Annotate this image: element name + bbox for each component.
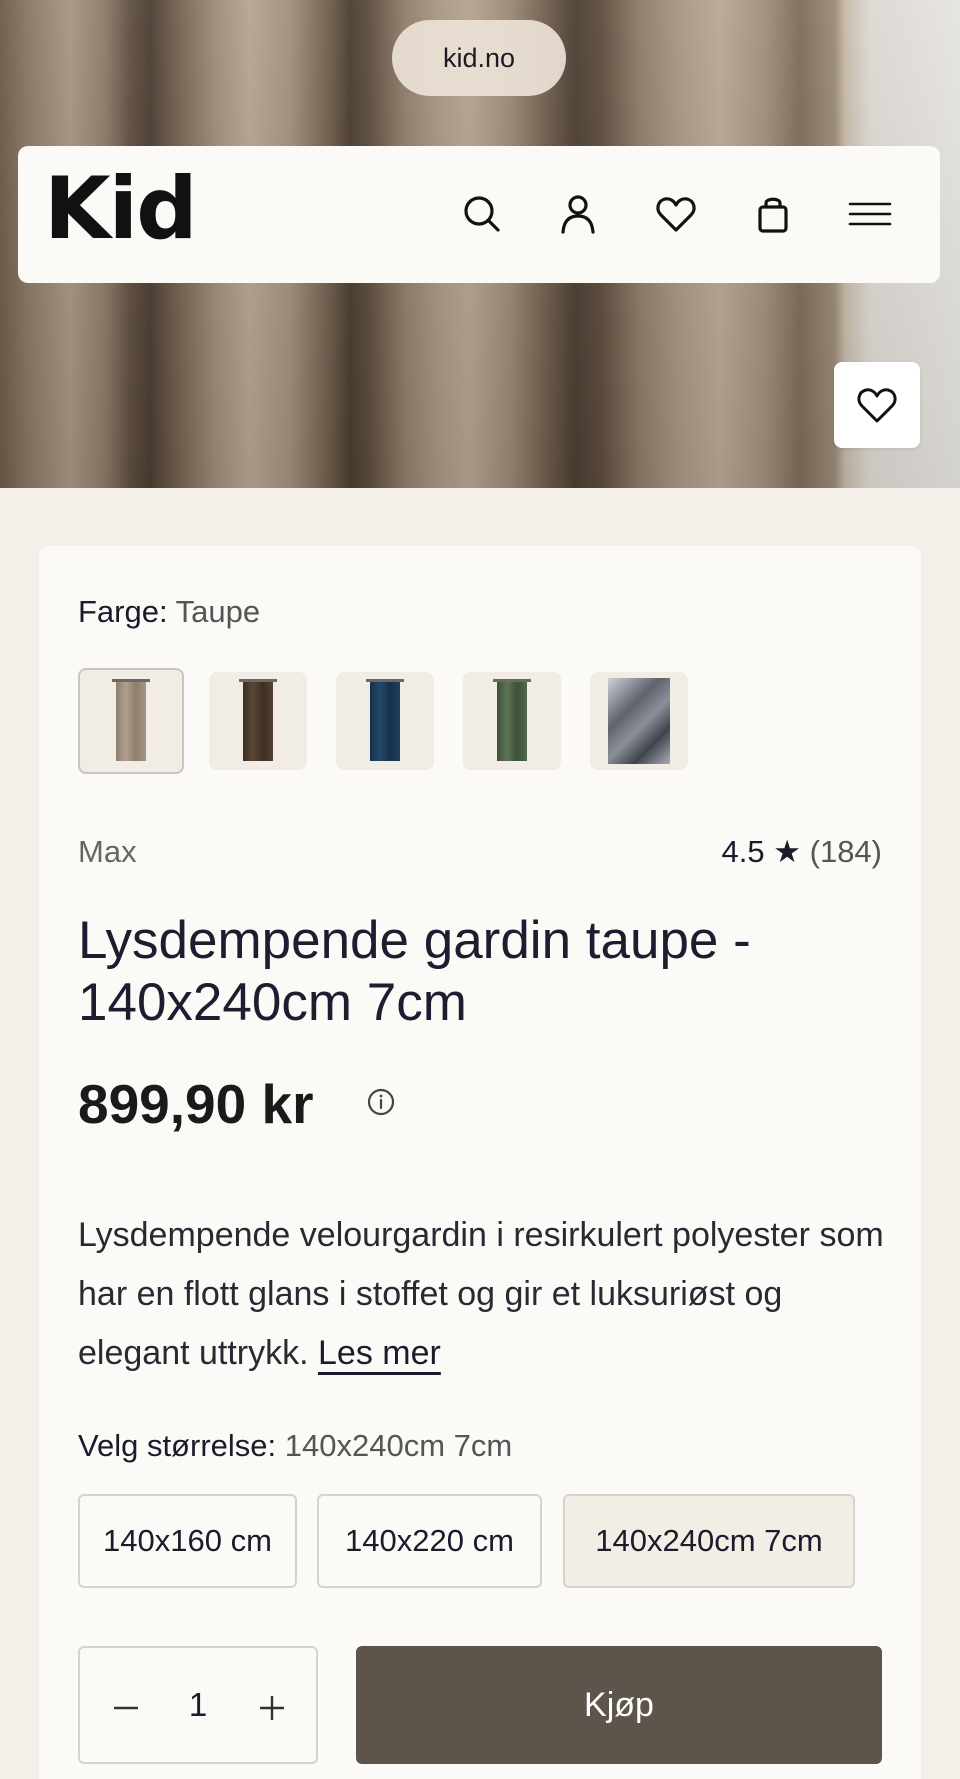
product-description: Lysdempende velourgardin i resirkulert p… [78,1206,898,1383]
size-option-140x220[interactable]: 140x220 cm [317,1494,542,1588]
product-title: Lysdempende gardin taupe - 140x240cm 7cm [78,911,751,1032]
add-to-wishlist-button[interactable] [834,362,920,448]
heart-icon [857,388,897,423]
menu-icon[interactable] [842,186,898,242]
rating-value: 4.5 ★ [721,834,802,869]
curtain-thumbnail [493,679,531,761]
shopping-bag-icon[interactable] [745,186,801,242]
swatch-green[interactable] [463,672,561,770]
description-text: Lysdempende velourgardin i resirkulert p… [78,1216,884,1372]
swatch-photo[interactable] [590,672,688,770]
quantity-stepper: 1 [78,1646,318,1764]
color-value: Taupe [175,594,261,629]
swatch-brown[interactable] [209,672,307,770]
color-selection-label: Farge: Taupe [78,594,260,630]
swatch-taupe[interactable] [78,668,184,774]
size-option-140x160[interactable]: 140x160 cm [78,1494,297,1588]
read-more-link[interactable]: Les mer [318,1334,441,1372]
heart-icon[interactable] [648,186,704,242]
product-price: 899,90 kr [78,1073,314,1135]
buy-button[interactable]: Kjøp [356,1646,882,1764]
product-brand[interactable]: Max [78,834,137,870]
size-value: 140x240cm 7cm [284,1428,513,1463]
color-label: Farge: [78,594,168,629]
curtain-thumbnail [366,679,404,761]
account-icon[interactable] [550,186,606,242]
info-icon[interactable] [365,1086,397,1118]
url-text: kid.no [442,42,516,73]
site-header: Kid [18,146,940,283]
review-count: (184) [809,834,882,869]
url-bar[interactable]: kid.no [392,20,566,96]
curtain-thumbnail [112,679,150,761]
size-selection-label: Velg størrelse: 140x240cm 7cm [78,1428,512,1464]
fabric-photo-thumbnail [608,678,670,764]
search-icon[interactable] [454,186,510,242]
kid-logo[interactable]: Kid [44,166,198,252]
curtain-thumbnail [239,679,277,761]
product-rating[interactable]: 4.5 ★ (184) [722,834,883,870]
plus-icon[interactable] [254,1688,290,1724]
product-info-card: Farge: Taupe Max 4.5 ★ (184) Lysdempende… [39,546,921,1779]
size-label: Velg størrelse: [78,1428,277,1463]
swatch-blue[interactable] [336,672,434,770]
size-option-140x240[interactable]: 140x240cm 7cm [563,1494,855,1588]
